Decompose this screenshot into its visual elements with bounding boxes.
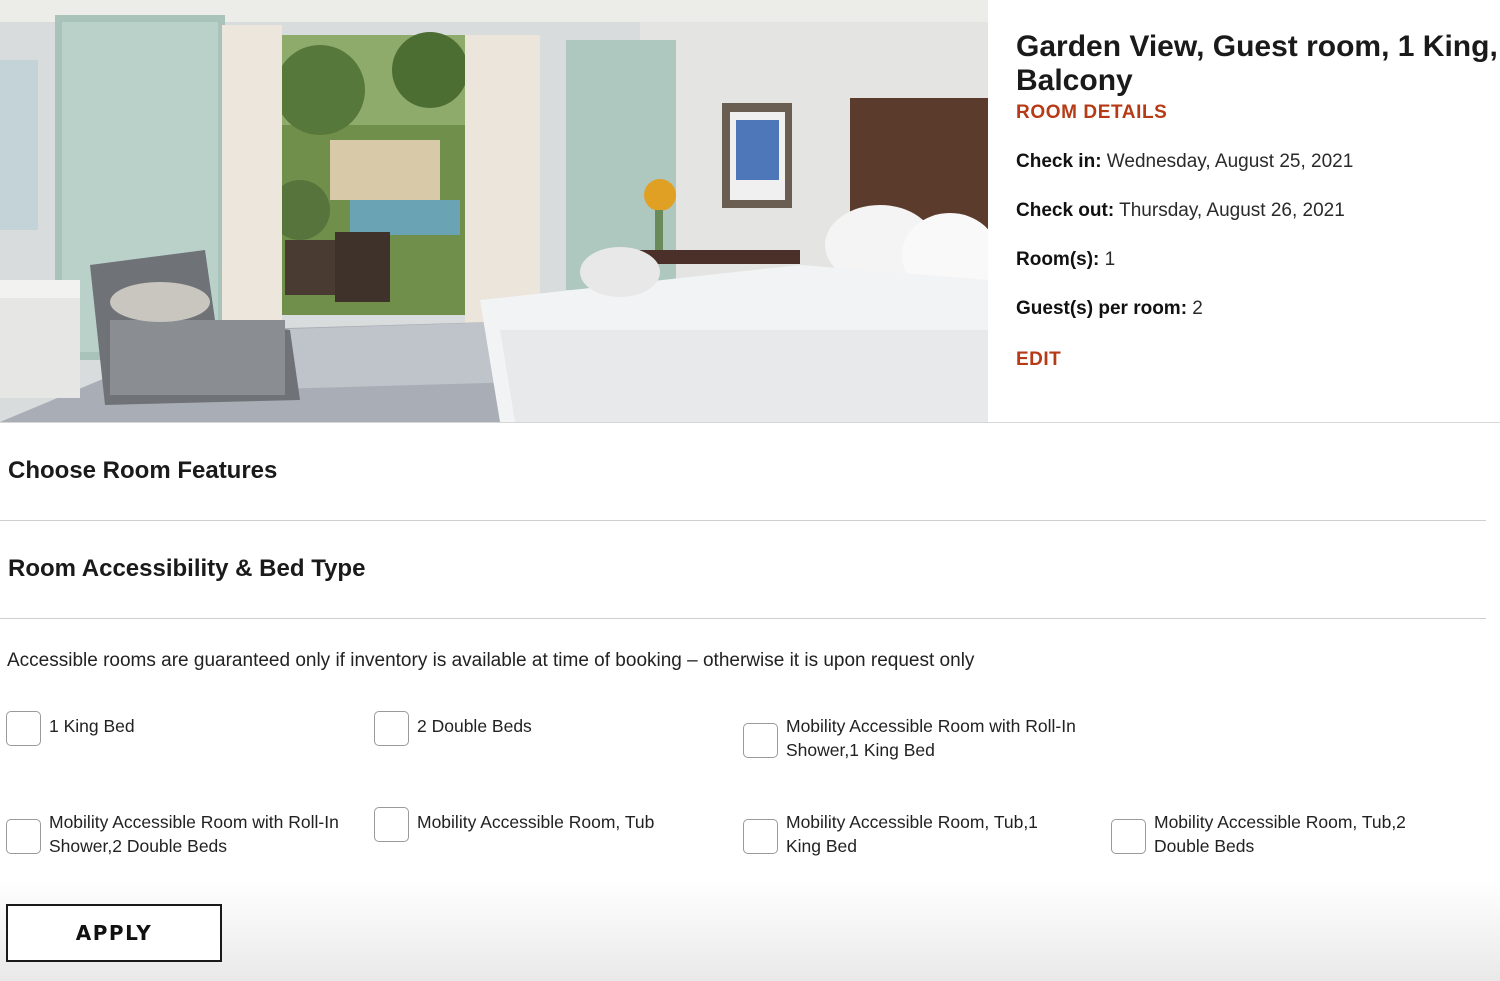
checkbox[interactable] [1111, 819, 1146, 854]
room-details-link[interactable]: ROOM DETAILS [1016, 102, 1500, 124]
room-title-line-1: Garden View, Guest room, 1 King, [1016, 30, 1498, 63]
checkbox[interactable] [743, 819, 778, 854]
check-out-label: Check out: [1016, 200, 1115, 221]
edit-link[interactable]: EDIT [1016, 349, 1061, 371]
choose-room-features-section[interactable]: Choose Room Features [0, 423, 1486, 521]
checkbox[interactable] [743, 723, 778, 758]
room-title-line-2: Balcony [1016, 64, 1133, 97]
check-in-line: Check in: Wednesday, August 25, 2021 [1016, 150, 1353, 174]
checkbox[interactable] [6, 711, 41, 746]
checkbox[interactable] [6, 819, 41, 854]
rooms-label: Room(s): [1016, 249, 1100, 270]
option-label: Mobility Accessible Room, Tub,2 Double B… [1154, 812, 1406, 856]
room-title: Garden View, Guest room, 1 King, Balcony [1016, 30, 1500, 98]
rooms-line: Room(s): 1 [1016, 248, 1115, 272]
accessibility-note: Accessible rooms are guaranteed only if … [7, 650, 975, 671]
option-label: Mobility Accessible Room, Tub [417, 812, 655, 832]
room-accessibility-title: Room Accessibility & Bed Type [8, 555, 366, 582]
room-details-panel: Garden View, Guest room, 1 King, Balcony… [1016, 30, 1500, 370]
option-label: Mobility Accessible Room, Tub,1 King Bed [786, 812, 1038, 856]
rooms-value: 1 [1099, 249, 1116, 270]
guests-value: 2 [1187, 298, 1203, 319]
checkbox[interactable] [374, 711, 409, 746]
option-label: 2 Double Beds [417, 716, 532, 736]
check-in-value: Wednesday, August 25, 2021 [1101, 151, 1354, 172]
check-out-value: Thursday, August 26, 2021 [1114, 200, 1345, 221]
apply-button[interactable]: APPLY [6, 904, 222, 962]
room-accessibility-section[interactable]: Room Accessibility & Bed Type [0, 521, 1486, 619]
option-label: Mobility Accessible Room with Roll-In Sh… [786, 716, 1076, 760]
guests-line: Guest(s) per room: 2 [1016, 297, 1203, 321]
bottom-fade [0, 880, 1500, 981]
check-out-line: Check out: Thursday, August 26, 2021 [1016, 199, 1345, 223]
guests-label: Guest(s) per room: [1016, 298, 1188, 319]
check-in-label: Check in: [1016, 151, 1102, 172]
room-summary: Garden View, Guest room, 1 King, Balcony… [0, 0, 1500, 423]
option-label: Mobility Accessible Room with Roll-In Sh… [49, 812, 339, 856]
choose-room-features-title: Choose Room Features [8, 457, 278, 484]
option-label: 1 King Bed [49, 716, 135, 736]
room-photo [0, 0, 988, 422]
checkbox[interactable] [374, 807, 409, 842]
